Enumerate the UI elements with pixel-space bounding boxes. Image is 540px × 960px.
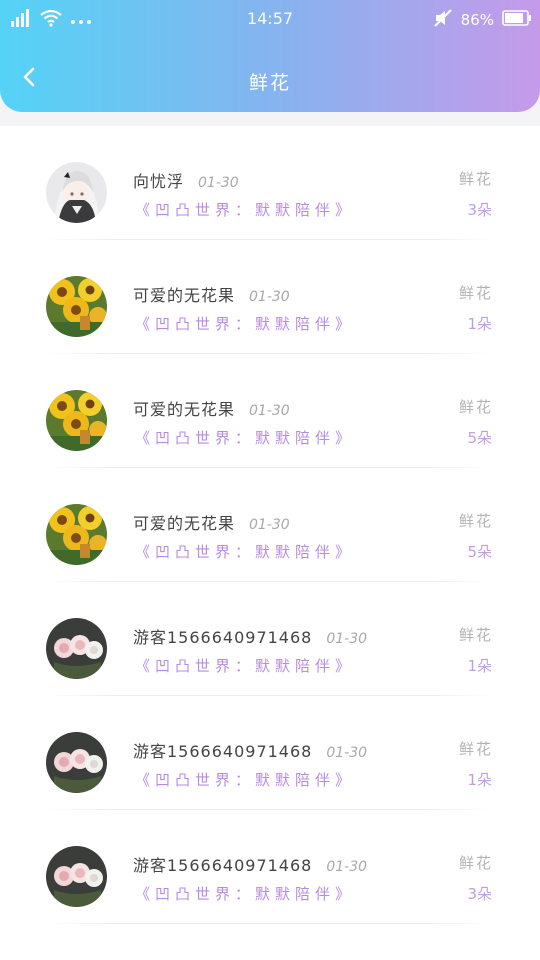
- gift-message: 《凹凸世界：默默陪伴》: [135, 657, 356, 675]
- record-date: 01-30: [249, 289, 290, 305]
- gift-type: 鲜花: [458, 626, 493, 644]
- record-date: 01-30: [326, 745, 368, 761]
- gift-message: 《凹凸世界：默默陪伴》: [135, 885, 356, 903]
- user-name-text: 可爱的无花果: [133, 286, 236, 305]
- list-item[interactable]: 游客1566640971468 01-30 《凹凸世界：默默陪伴》 鲜花 3朵: [0, 810, 540, 924]
- record-date: 01-30: [198, 175, 239, 191]
- record-date: 01-30: [326, 859, 368, 875]
- avatar[interactable]: [46, 618, 107, 679]
- roses-avatar-image: [46, 846, 107, 907]
- nav-bar: 鲜花: [0, 52, 540, 108]
- user-name-text: 可爱的无花果: [133, 514, 236, 533]
- battery-percent: 86%: [460, 11, 494, 29]
- gift-count: 3朵: [467, 201, 492, 219]
- screen: 14:57 86% 鲜花 向忧浮 01-30 《凹凸世界：默默陪伴》 鲜花 3朵…: [0, 0, 540, 960]
- sunflower-avatar-image: [46, 276, 107, 337]
- page-title: 鲜花: [248, 72, 291, 94]
- list-item[interactable]: 游客1566640971468 01-30 《凹凸世界：默默陪伴》 鲜花 1朵: [0, 696, 540, 810]
- sunflower-avatar-image: [46, 504, 107, 565]
- gift-type: 鲜花: [458, 284, 493, 302]
- gift-message: 《凹凸世界：默默陪伴》: [135, 315, 356, 333]
- gift-message: 《凹凸世界：默默陪伴》: [135, 201, 356, 219]
- anime-avatar-image: [46, 162, 107, 223]
- avatar[interactable]: [46, 276, 107, 337]
- gift-count: 1朵: [467, 657, 492, 675]
- user-name-text: 向忧浮: [133, 172, 185, 191]
- user-name-text: 游客1566640971468: [133, 856, 313, 875]
- gift-record-list: 向忧浮 01-30 《凹凸世界：默默陪伴》 鲜花 3朵 可爱的无花果 01-30 《…: [0, 126, 540, 960]
- user-name-text: 游客1566640971468: [133, 742, 313, 761]
- header-bar: 14:57 86% 鲜花: [0, 0, 540, 112]
- user-name: 可爱的无花果 01-30: [133, 396, 290, 420]
- gift-type: 鲜花: [458, 398, 493, 416]
- gift-count: 5朵: [467, 543, 492, 561]
- record-date: 01-30: [249, 403, 290, 419]
- avatar[interactable]: [46, 390, 107, 451]
- user-name: 游客1566640971468 01-30: [133, 738, 367, 762]
- user-name: 游客1566640971468 01-30: [133, 624, 367, 648]
- record-date: 01-30: [326, 631, 368, 647]
- gift-count: 1朵: [467, 315, 492, 333]
- gift-type: 鲜花: [458, 854, 493, 872]
- avatar[interactable]: [46, 732, 107, 793]
- divider: [46, 923, 494, 924]
- user-name: 可爱的无花果 01-30: [133, 282, 290, 306]
- list-item[interactable]: 游客1566640971468 01-30 《凹凸世界：默默陪伴》 鲜花 1朵: [0, 582, 540, 696]
- status-right-icons: 86%: [433, 8, 532, 32]
- gift-message: 《凹凸世界：默默陪伴》: [135, 771, 356, 789]
- battery-icon: [502, 10, 532, 30]
- gift-count: 5朵: [467, 429, 492, 447]
- user-name-text: 游客1566640971468: [133, 628, 313, 647]
- user-name: 可爱的无花果 01-30: [133, 510, 290, 534]
- avatar[interactable]: [46, 504, 107, 565]
- record-date: 01-30: [249, 517, 290, 533]
- avatar[interactable]: [46, 846, 107, 907]
- avatar[interactable]: [46, 162, 107, 223]
- gift-type: 鲜花: [458, 512, 493, 530]
- roses-avatar-image: [46, 618, 107, 679]
- user-name: 向忧浮 01-30: [133, 168, 239, 192]
- gift-message: 《凹凸世界：默默陪伴》: [135, 429, 356, 447]
- list-item[interactable]: 可爱的无花果 01-30 《凹凸世界：默默陪伴》 鲜花 5朵: [0, 354, 540, 468]
- status-bar: 14:57 86%: [0, 0, 540, 38]
- gift-count: 1朵: [467, 771, 492, 789]
- gift-count: 3朵: [467, 885, 492, 903]
- roses-avatar-image: [46, 732, 107, 793]
- mute-icon: [433, 8, 453, 32]
- gift-type: 鲜花: [458, 740, 493, 758]
- list-item[interactable]: 可爱的无花果 01-30 《凹凸世界：默默陪伴》 鲜花 1朵: [0, 240, 540, 354]
- gift-message: 《凹凸世界：默默陪伴》: [135, 543, 356, 561]
- sunflower-avatar-image: [46, 390, 107, 451]
- list-item[interactable]: 可爱的无花果 01-30 《凹凸世界：默默陪伴》 鲜花 5朵: [0, 468, 540, 582]
- user-name-text: 可爱的无花果: [133, 400, 236, 419]
- list-item[interactable]: 向忧浮 01-30 《凹凸世界：默默陪伴》 鲜花 3朵: [0, 126, 540, 240]
- gift-type: 鲜花: [458, 170, 493, 188]
- user-name: 游客1566640971468 01-30: [133, 852, 367, 876]
